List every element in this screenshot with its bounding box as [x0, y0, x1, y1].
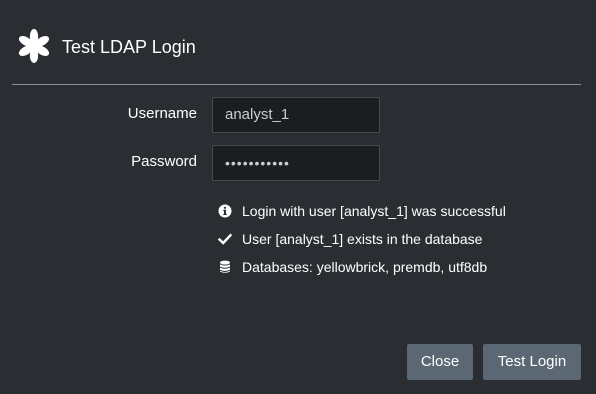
message-login-success: Login with user [analyst_1] was successf… — [218, 201, 578, 229]
dialog-header: Test LDAP Login — [0, 0, 596, 85]
database-icon — [220, 260, 230, 273]
message-text: User [analyst_1] exists in the database — [242, 231, 483, 247]
message-text: Login with user [analyst_1] was successf… — [242, 203, 506, 219]
message-databases: Databases: yellowbrick, premdb, utf8db — [218, 257, 578, 285]
message-user-exists: User [analyst_1] exists in the database — [218, 229, 578, 257]
close-button[interactable]: Close — [407, 344, 473, 380]
checkmark-icon — [218, 233, 232, 245]
message-text: Databases: yellowbrick, premdb, utf8db — [242, 259, 488, 275]
dialog-title: Test LDAP Login — [62, 37, 196, 57]
username-input[interactable]: analyst_1 — [212, 97, 380, 133]
test-ldap-login-dialog: Test LDAP Login Username analyst_1 Passw… — [0, 0, 596, 394]
password-input[interactable]: ••••••••••• — [212, 145, 380, 181]
header-divider — [12, 84, 581, 85]
test-login-button[interactable]: Test Login — [483, 344, 581, 380]
username-label: Username — [127, 105, 197, 122]
logo-asterisk-icon — [18, 29, 50, 63]
password-label: Password — [131, 153, 197, 170]
result-messages: Login with user [analyst_1] was successf… — [218, 201, 578, 285]
info-circle-icon — [218, 204, 232, 218]
